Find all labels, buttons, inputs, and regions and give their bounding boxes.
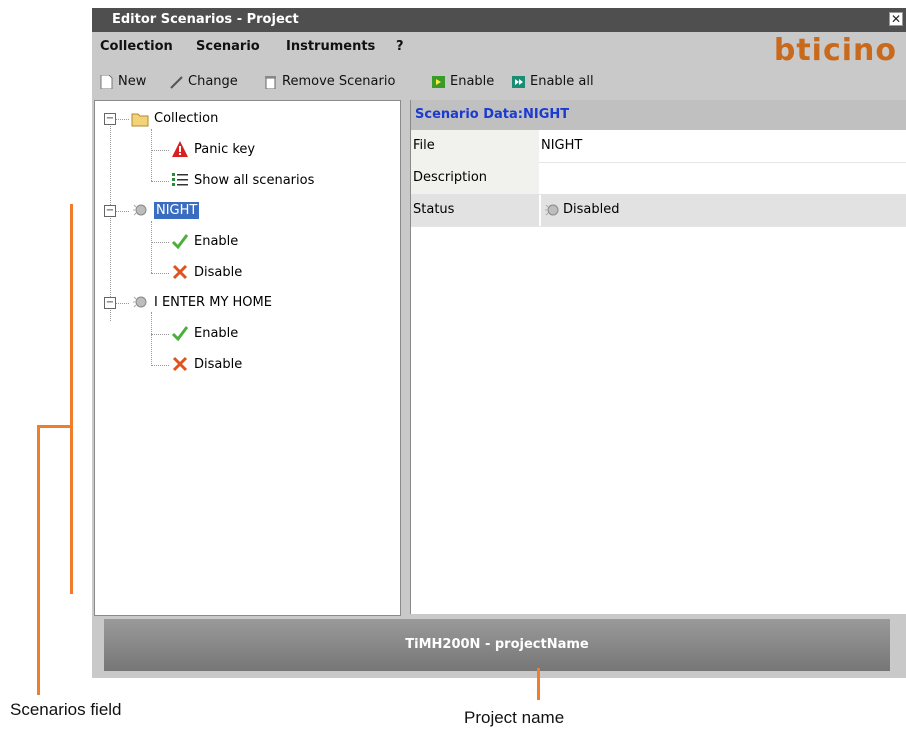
remove-scenario-button[interactable]: Remove Scenario [264,74,395,89]
bticino-logo: bticino [773,33,897,68]
tree-node-night[interactable]: NIGHT [131,201,200,219]
night-disable-label: Disable [194,264,243,280]
night-enable-label: Enable [194,233,239,249]
panic-key-label: Panic key [194,141,256,157]
change-label: Change [188,74,238,89]
tree-node-home-enable[interactable]: Enable [171,324,238,342]
scenario-disabled-icon [133,204,147,216]
enter-home-label: I ENTER MY HOME [154,294,272,310]
remove-scenario-label: Remove Scenario [282,74,396,89]
change-button[interactable]: Change [170,74,238,89]
tree-node-panic-key[interactable]: Panic key [171,140,255,158]
status-row: Status Disabled [411,194,906,227]
tree-node-show-all[interactable]: Show all scenarios [171,171,314,189]
tree-node-collection[interactable]: Collection [131,109,218,127]
x-icon [172,264,188,280]
description-value[interactable] [541,162,906,194]
collapse-collection-icon[interactable]: − [104,113,116,125]
new-document-icon [100,74,113,89]
scenario-data-panel: Scenario Data:NIGHT File NIGHT Descripti… [410,100,906,614]
menu-instruments[interactable]: Instruments [286,39,375,54]
scenario-disabled-icon [133,296,147,308]
project-name-bar: TiMH200N - projectName [104,619,890,671]
new-label: New [118,74,147,89]
status-key: Status [411,194,539,226]
description-row: Description [411,162,906,195]
tree-node-night-enable[interactable]: Enable [171,232,238,250]
show-all-label: Show all scenarios [194,172,315,188]
enable-label: Enable [450,74,495,89]
scenarios-connector [37,425,73,428]
trash-icon [265,75,276,89]
close-icon[interactable]: ✕ [889,12,903,26]
file-key: File [411,130,539,162]
scenarios-bracket [70,204,73,594]
file-value[interactable]: NIGHT [541,130,906,162]
collection-label: Collection [154,110,219,126]
x-icon [172,356,188,372]
tree-node-home-disable[interactable]: Disable [171,355,242,373]
enable-all-label: Enable all [530,74,594,89]
collapse-night-icon[interactable]: − [104,205,116,217]
tree-node-enter-home[interactable]: I ENTER MY HOME [131,293,272,311]
editor-window: Editor Scenarios - Project ✕ Collection … [92,8,906,678]
window-title: Editor Scenarios - Project [112,12,299,27]
night-label: NIGHT [154,201,200,219]
home-disable-label: Disable [194,356,243,372]
status-value: Disabled [563,202,620,217]
enable-icon [432,75,445,88]
menu-scenario[interactable]: Scenario [196,39,260,54]
scenario-data-header: Scenario Data:NIGHT [411,100,906,130]
enable-all-icon [512,75,525,88]
new-button[interactable]: New [100,74,146,89]
menu-collection[interactable]: Collection [100,39,173,54]
tree-node-night-disable[interactable]: Disable [171,263,242,281]
toolbar: New Change Remove Scenario Enable Enable… [92,64,906,100]
scenarios-pointer [37,425,40,695]
project-name-annotation: Project name [464,708,565,727]
warning-icon [172,141,188,157]
collapse-home-icon[interactable]: − [104,297,116,309]
menu-help[interactable]: ? [396,39,404,54]
home-enable-label: Enable [194,325,239,341]
pencil-icon [170,75,183,89]
folder-icon [131,113,149,127]
check-icon [171,234,189,250]
list-icon [172,173,188,186]
file-row: File NIGHT [411,130,906,163]
enable-button[interactable]: Enable [432,74,494,89]
project-name-pointer [537,668,540,700]
menu-bar: Collection Scenario Instruments ? bticin… [92,32,906,68]
scenarios-field-annotation: Scenarios field [10,700,122,719]
status-value-cell[interactable]: Disabled [541,194,906,226]
enable-all-button[interactable]: Enable all [512,74,594,89]
description-key: Description [411,162,539,194]
scenarios-tree[interactable]: − Collection Panic key Show all scenario… [94,100,401,616]
check-icon [171,326,189,342]
title-bar: Editor Scenarios - Project ✕ [92,8,906,32]
scenario-disabled-icon [545,204,559,216]
